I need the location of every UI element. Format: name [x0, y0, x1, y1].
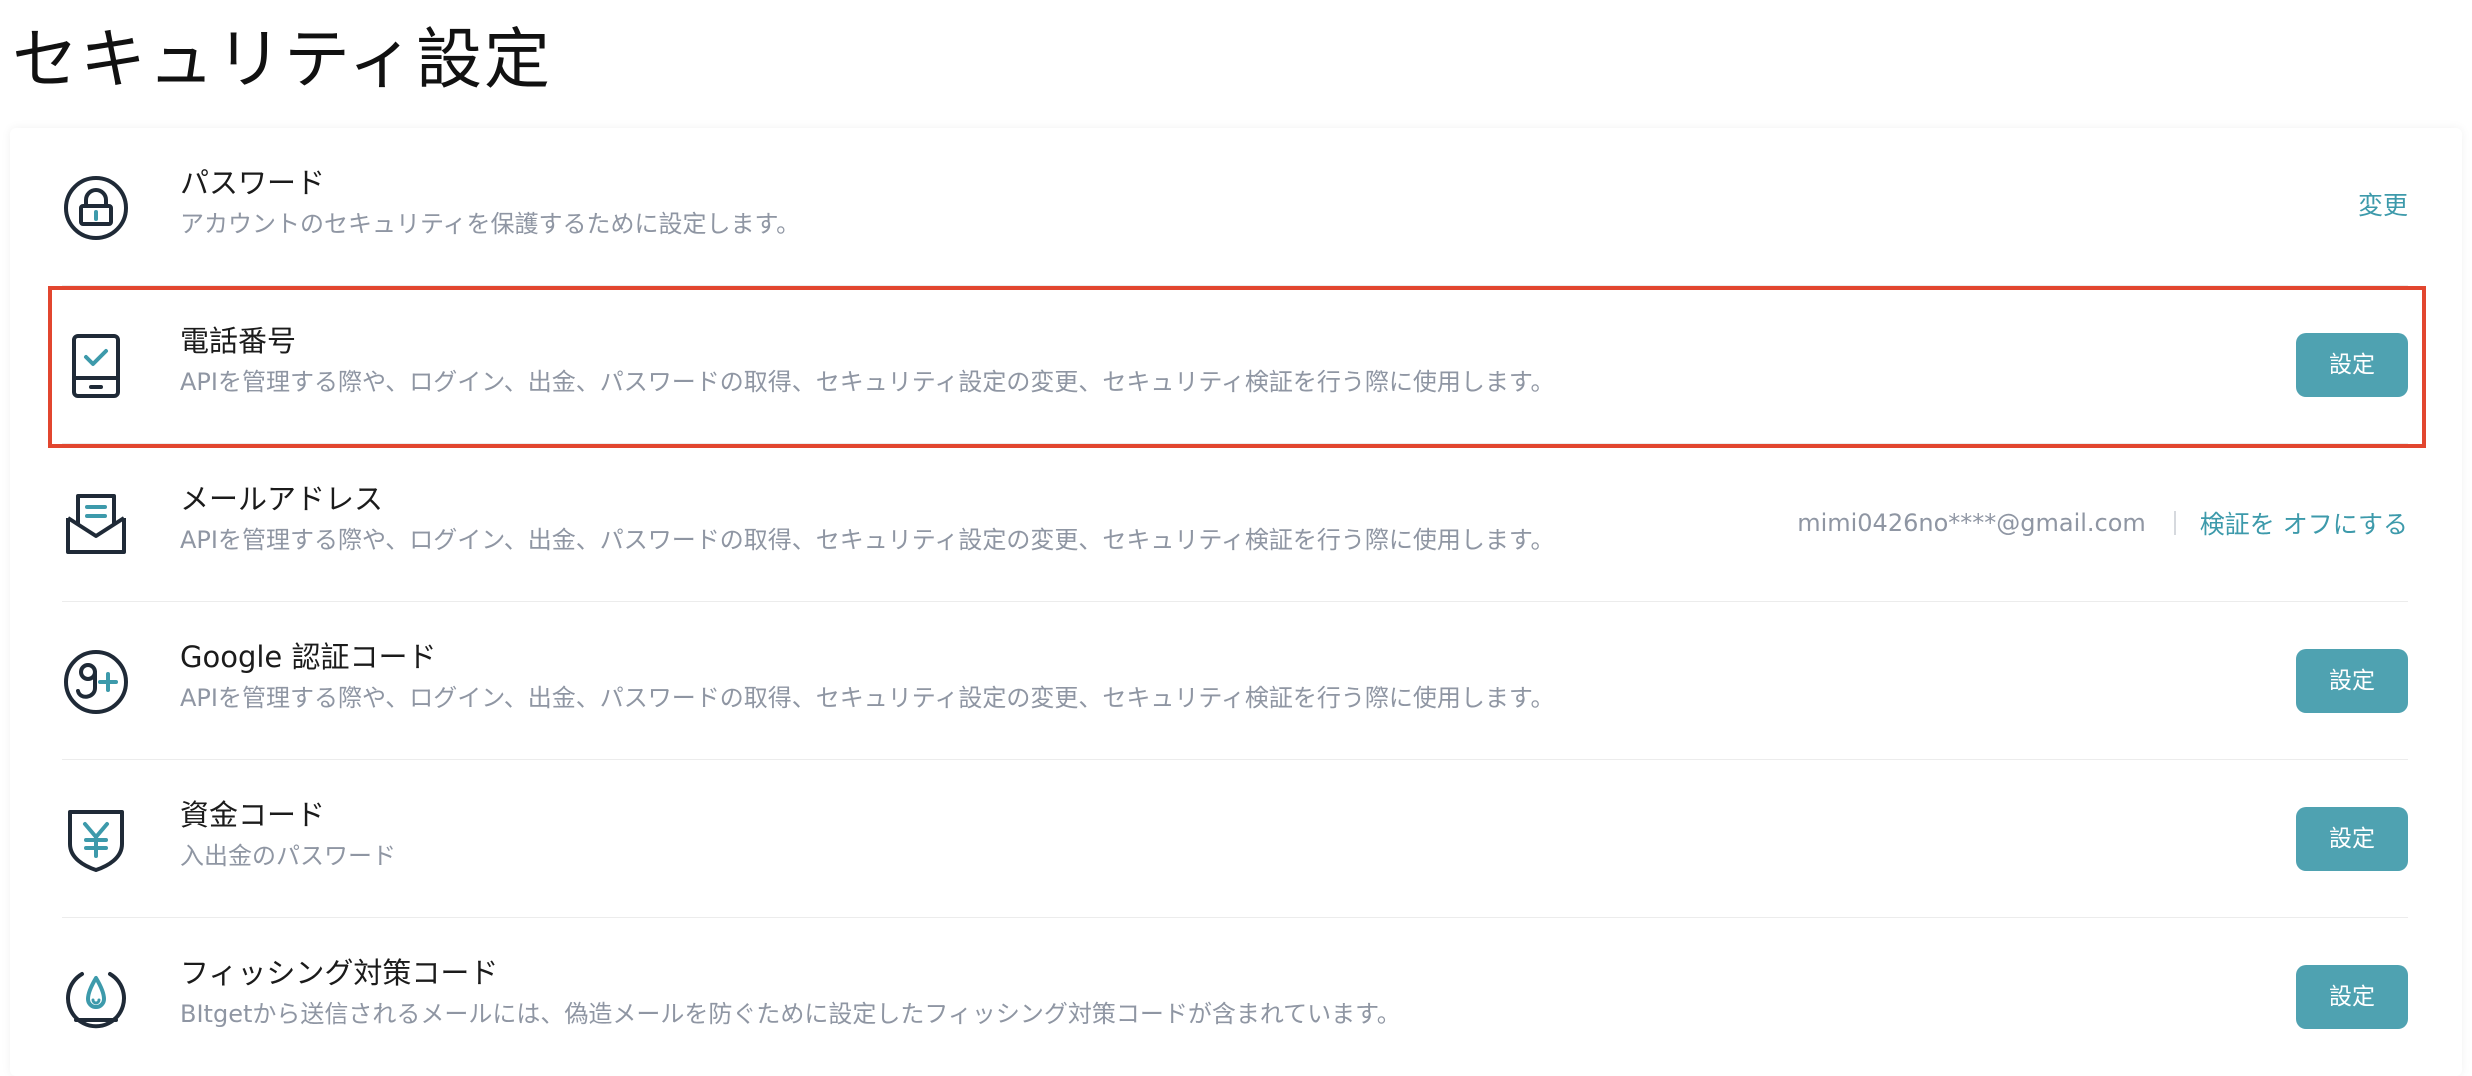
row-desc-email: APIを管理する際や、ログイン、出金、パスワードの取得、セキュリティ設定の変更、…	[180, 526, 1555, 554]
email-status-group: mimi0426no****@gmail.com 検証を オフにする	[1797, 507, 2408, 539]
row-title-phone: 電話番号	[180, 324, 297, 358]
row-desc-fund-code: 入出金のパスワード	[180, 842, 396, 870]
set-anti-phishing-button[interactable]: 設定	[2296, 965, 2408, 1029]
email-separator	[2173, 511, 2176, 535]
row-anti-phishing: フィッシング対策コード BItgetから送信されるメールには、偽造メールを防ぐた…	[0, 918, 2472, 1076]
change-password-link[interactable]: 変更	[2358, 190, 2408, 222]
row-title-google-auth: Google 認証コード	[180, 640, 437, 674]
turn-off-email-verification-link[interactable]: 検証を オフにする	[2200, 505, 2408, 541]
row-title-email: メールアドレス	[180, 482, 384, 516]
email-address-value: mimi0426no****@gmail.com	[1797, 509, 2146, 537]
phone-check-icon	[62, 332, 130, 400]
row-phone: 電話番号 APIを管理する際や、ログイン、出金、パスワードの取得、セキュリティ設…	[0, 286, 2472, 444]
row-desc-password: アカウントのセキュリティを保護するために設定します。	[180, 210, 801, 238]
anti-phishing-icon	[62, 964, 130, 1032]
page-title: セキュリティ設定	[12, 21, 553, 98]
row-desc-anti-phishing: BItgetから送信されるメールには、偽造メールを防ぐために設定したフィッシング…	[180, 1000, 1401, 1028]
row-title-fund-code: 資金コード	[180, 798, 326, 832]
row-desc-google-auth: APIを管理する際や、ログイン、出金、パスワードの取得、セキュリティ設定の変更、…	[180, 684, 1555, 712]
mail-icon	[62, 490, 130, 558]
lock-icon	[62, 174, 130, 242]
row-desc-phone: APIを管理する際や、ログイン、出金、パスワードの取得、セキュリティ設定の変更、…	[180, 368, 1555, 396]
set-phone-button[interactable]: 設定	[2296, 333, 2408, 397]
row-title-anti-phishing: フィッシング対策コード	[180, 956, 499, 990]
row-password: パスワード アカウントのセキュリティを保護するために設定します。 変更	[0, 128, 2472, 286]
google-auth-icon	[62, 648, 130, 716]
row-email: メールアドレス APIを管理する際や、ログイン、出金、パスワードの取得、セキュリ…	[0, 444, 2472, 602]
row-google-auth: Google 認証コード APIを管理する際や、ログイン、出金、パスワードの取得…	[0, 602, 2472, 760]
row-fund-code: 資金コード 入出金のパスワード 設定	[0, 760, 2472, 918]
yen-shield-icon	[62, 806, 130, 874]
row-title-password: パスワード	[180, 166, 326, 200]
set-fund-code-button[interactable]: 設定	[2296, 807, 2408, 871]
set-google-auth-button[interactable]: 設定	[2296, 649, 2408, 713]
